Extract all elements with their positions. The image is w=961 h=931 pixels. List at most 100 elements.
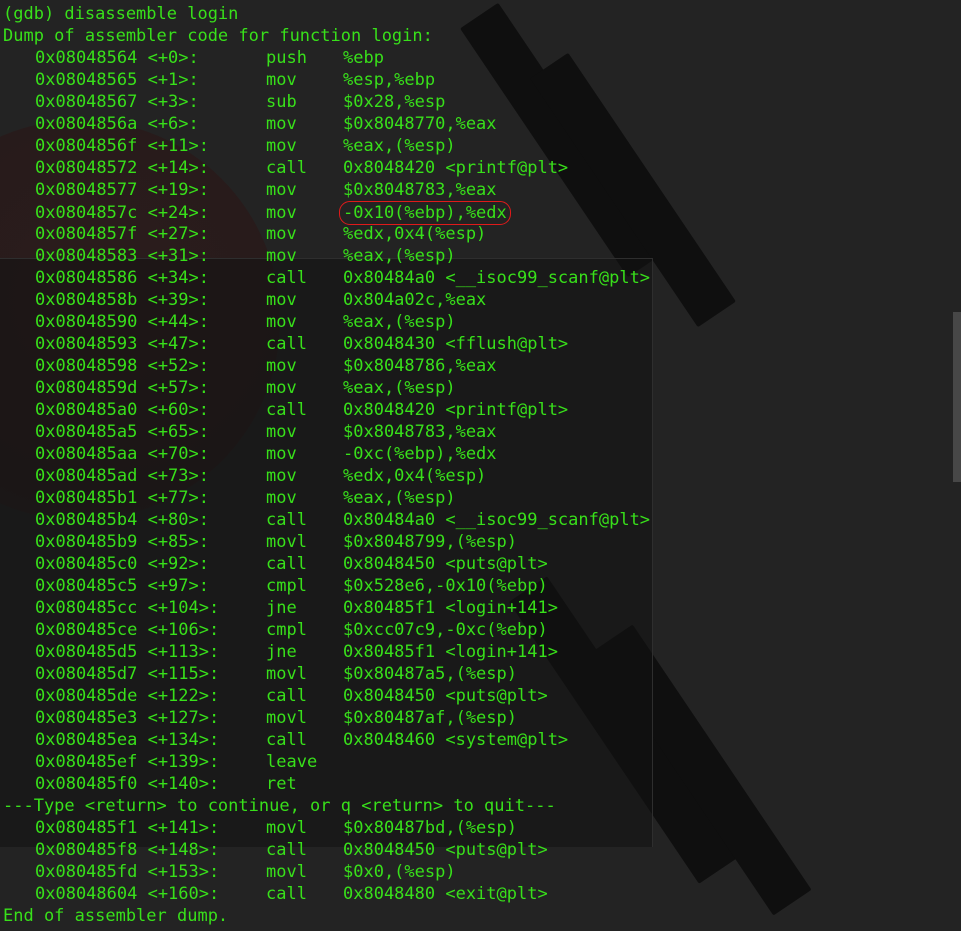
instruction-row: 0x0804856f <+11>: mov %eax,(%esp) xyxy=(3,135,650,157)
instruction-opcode: call xyxy=(266,268,307,288)
instruction-address: 0x08048583 <+31>: xyxy=(35,246,209,266)
instruction-row: 0x080485ad <+73>: mov %edx,0x4(%esp) xyxy=(3,465,650,487)
instruction-row: 0x08048564 <+0>: push %ebp xyxy=(3,47,650,69)
instruction-address: 0x0804859d <+57>: xyxy=(35,378,209,398)
instruction-address: 0x080485cc <+104>: xyxy=(35,598,220,618)
instruction-operands: 0x80485f1 <login+141> xyxy=(343,598,558,618)
instruction-operands: %esp,%ebp xyxy=(343,70,436,90)
instruction-row: 0x080485fd <+153>: movl $0x0,(%esp) xyxy=(3,861,650,883)
instruction-opcode: call xyxy=(266,158,307,178)
instruction-address: 0x0804857c <+24>: xyxy=(35,203,209,223)
instruction-address: 0x08048564 <+0>: xyxy=(35,48,199,68)
instruction-operands: 0x80485f1 <login+141> xyxy=(343,642,558,662)
instruction-address: 0x0804858b <+39>: xyxy=(35,290,209,310)
instruction-opcode: mov xyxy=(266,290,297,310)
instruction-opcode: sub xyxy=(266,92,297,112)
instruction-opcode: mov xyxy=(266,136,297,156)
instruction-row: 0x08048572 <+14>: call 0x8048420 <printf@p… xyxy=(3,157,650,179)
instruction-operands: 0x80484a0 <__isoc99_scanf@plt> xyxy=(343,268,651,288)
instruction-address: 0x080485aa <+70>: xyxy=(35,444,209,464)
instruction-opcode: jne xyxy=(266,598,297,618)
instruction-opcode: call xyxy=(266,334,307,354)
instruction-operands: 0x8048420 <printf@plt> xyxy=(343,158,569,178)
instruction-address: 0x08048572 <+14>: xyxy=(35,158,209,178)
instruction-opcode: mov xyxy=(266,356,297,376)
instruction-row: 0x080485aa <+70>: mov -0xc(%ebp),%edx xyxy=(3,443,650,465)
instruction-opcode: call xyxy=(266,400,307,420)
instruction-opcode: call xyxy=(266,884,307,904)
instruction-opcode: cmpl xyxy=(266,576,307,596)
instruction-opcode: movl xyxy=(266,532,307,552)
instruction-address: 0x080485a5 <+65>: xyxy=(35,422,209,442)
instruction-operands: %ebp xyxy=(343,48,384,68)
instruction-operands: %eax,(%esp) xyxy=(343,246,456,266)
instruction-opcode: movl xyxy=(266,862,307,882)
instruction-address: 0x080485d7 <+115>: xyxy=(35,664,220,684)
instruction-operands: $0xcc07c9,-0xc(%ebp) xyxy=(343,620,548,640)
instruction-opcode: movl xyxy=(266,708,307,728)
instruction-address: 0x08048593 <+47>: xyxy=(35,334,209,354)
instruction-address: 0x08048567 <+3>: xyxy=(35,92,199,112)
instruction-operands: 0x80484a0 <__isoc99_scanf@plt> xyxy=(343,510,651,530)
instruction-row: 0x080485ea <+134>: call 0x8048460 <system@… xyxy=(3,729,650,751)
instruction-row: 0x080485cc <+104>: jne 0x80485f1 <login+14… xyxy=(3,597,650,619)
gdb-terminal-window[interactable]: (gdb) disassemble login Dump of assembler… xyxy=(0,0,961,931)
instruction-opcode: leave xyxy=(266,752,318,772)
instruction-operands: $0x528e6,-0x10(%ebp) xyxy=(343,576,548,596)
instruction-address: 0x080485f1 <+141>: xyxy=(35,818,220,838)
instruction-list-after: 0x080485f1 <+141>: movl $0x80487bd,(%esp) 0… xyxy=(3,817,650,905)
instruction-row: 0x080485c5 <+97>: cmpl $0x528e6,-0x10(%ebp… xyxy=(3,575,650,597)
scrollbar-thumb[interactable] xyxy=(953,312,961,482)
instruction-address: 0x080485b1 <+77>: xyxy=(35,488,209,508)
continue-prompt: ---Type <return> to continue, or q <retu… xyxy=(3,796,556,816)
instruction-row: 0x0804856a <+6>: mov $0x8048770,%eax xyxy=(3,113,650,135)
instruction-row: 0x080485ce <+106>: cmpl $0xcc07c9,-0xc(%eb… xyxy=(3,619,650,641)
instruction-operands: $0x80487bd,(%esp) xyxy=(343,818,517,838)
instruction-row: 0x080485a5 <+65>: mov $0x8048783,%eax xyxy=(3,421,650,443)
instruction-opcode: call xyxy=(266,730,307,750)
instruction-row: 0x080485b9 <+85>: movl $0x8048799,(%esp) xyxy=(3,531,650,553)
instruction-opcode: movl xyxy=(266,818,307,838)
instruction-row: 0x080485d5 <+113>: jne 0x80485f1 <login+14… xyxy=(3,641,650,663)
instruction-address: 0x080485f8 <+148>: xyxy=(35,840,220,860)
instruction-operands: 0x8048460 <system@plt> xyxy=(343,730,569,750)
instruction-row: 0x080485d7 <+115>: movl $0x80487a5,(%esp) xyxy=(3,663,650,685)
instruction-address: 0x080485f0 <+140>: xyxy=(35,774,220,794)
instruction-opcode: call xyxy=(266,686,307,706)
instruction-row: 0x080485f8 <+148>: call 0x8048450 <puts@pl… xyxy=(3,839,650,861)
instruction-opcode: mov xyxy=(266,114,297,134)
instruction-address: 0x080485e3 <+127>: xyxy=(35,708,220,728)
instruction-opcode: cmpl xyxy=(266,620,307,640)
instruction-operands: $0x8048786,%eax xyxy=(343,356,497,376)
instruction-address: 0x080485b4 <+80>: xyxy=(35,510,209,530)
instruction-opcode: mov xyxy=(266,312,297,332)
instruction-row: 0x08048593 <+47>: call 0x8048430 <fflush@p… xyxy=(3,333,650,355)
instruction-row: 0x080485c0 <+92>: call 0x8048450 <puts@plt… xyxy=(3,553,650,575)
instruction-row: 0x080485a0 <+60>: call 0x8048420 <printf@p… xyxy=(3,399,650,421)
instruction-row: 0x0804858b <+39>: mov 0x804a02c,%eax xyxy=(3,289,650,311)
instruction-row: 0x08048604 <+160>: call 0x8048480 <exit@pl… xyxy=(3,883,650,905)
instruction-opcode: mov xyxy=(266,444,297,464)
instruction-opcode: movl xyxy=(266,664,307,684)
instruction-operands: 0x8048420 <printf@plt> xyxy=(343,400,569,420)
instruction-row: 0x080485ef <+139>: leave xyxy=(3,751,650,773)
instruction-opcode: mov xyxy=(266,203,297,223)
instruction-address: 0x080485de <+122>: xyxy=(35,686,220,706)
instruction-address: 0x080485ce <+106>: xyxy=(35,620,220,640)
instruction-operands: 0x8048450 <puts@plt> xyxy=(343,840,548,860)
instruction-opcode: mov xyxy=(266,180,297,200)
instruction-row: 0x08048583 <+31>: mov %eax,(%esp) xyxy=(3,245,650,267)
instruction-operands: $0x8048783,%eax xyxy=(343,180,497,200)
instruction-opcode: mov xyxy=(266,488,297,508)
instruction-row: 0x080485b4 <+80>: call 0x80484a0 <__isoc99… xyxy=(3,509,650,531)
instruction-opcode: mov xyxy=(266,246,297,266)
instruction-opcode: call xyxy=(266,554,307,574)
instruction-address: 0x080485fd <+153>: xyxy=(35,862,220,882)
instruction-address: 0x0804856f <+11>: xyxy=(35,136,209,156)
instruction-operands: %eax,(%esp) xyxy=(343,488,456,508)
instruction-address: 0x0804857f <+27>: xyxy=(35,224,209,244)
instruction-row: 0x0804857f <+27>: mov %edx,0x4(%esp) xyxy=(3,223,650,245)
instruction-row: 0x080485b1 <+77>: mov %eax,(%esp) xyxy=(3,487,650,509)
instruction-operands: %eax,(%esp) xyxy=(343,136,456,156)
instruction-row: 0x0804857c <+24>: mov -0x10(%ebp),%edx xyxy=(3,201,650,225)
